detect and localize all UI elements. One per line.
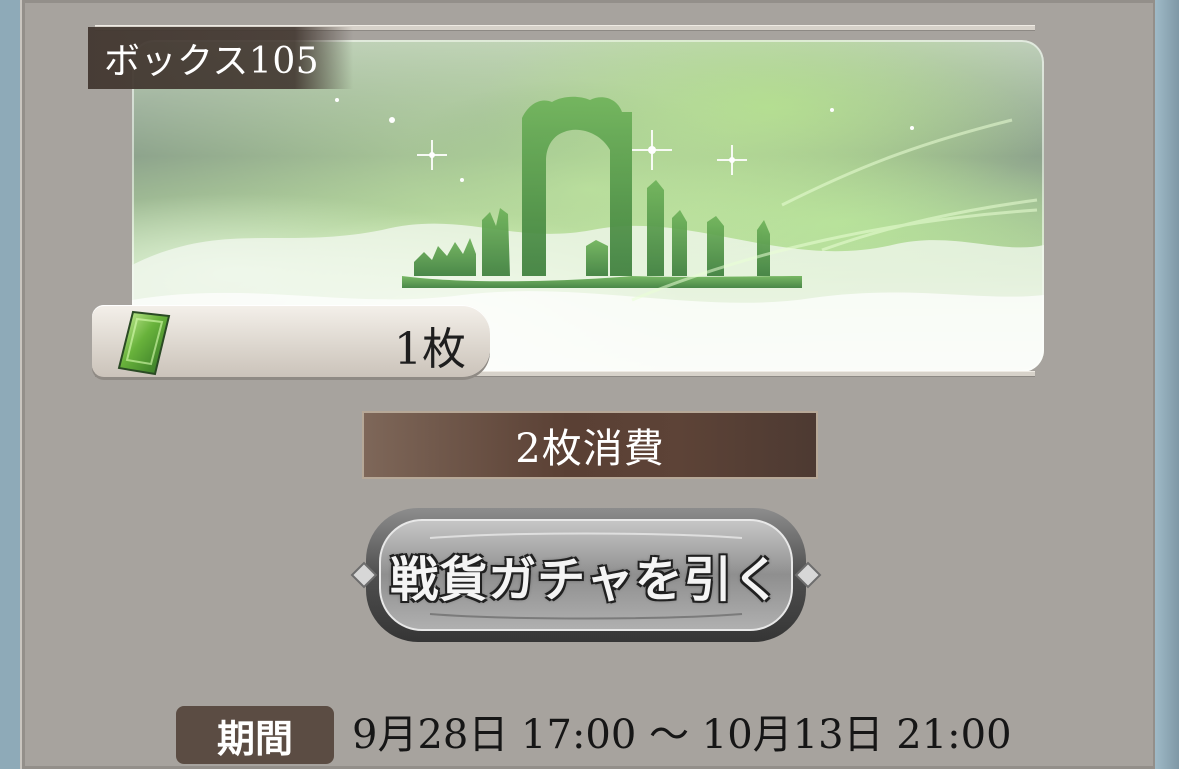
period-badge: 期間 bbox=[176, 706, 334, 764]
ticket-count: 1枚 bbox=[394, 324, 466, 375]
cost-label: 2枚消費 bbox=[362, 411, 818, 479]
green-ticket-icon bbox=[117, 310, 171, 376]
draw-gacha-button-label: 戦貨ガチャを引く bbox=[390, 552, 782, 608]
panel-side-border bbox=[1155, 0, 1179, 769]
draw-gacha-button[interactable]: 戦貨ガチャを引く bbox=[338, 498, 834, 652]
period-date-range: 9月28日 17:00 〜 10月13日 21:00 bbox=[352, 712, 1012, 758]
box-number-label: ボックス105 bbox=[88, 27, 353, 89]
